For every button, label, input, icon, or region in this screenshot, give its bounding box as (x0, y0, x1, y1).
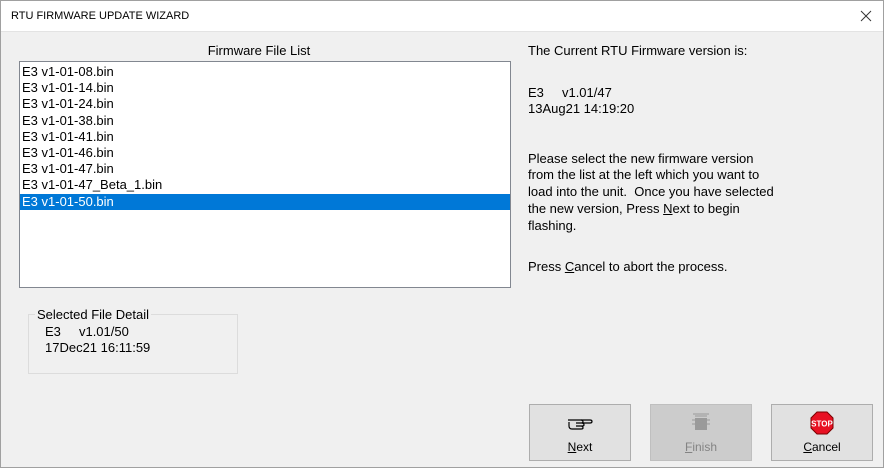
file-list-item[interactable]: E3 v1-01-47.bin (20, 161, 510, 177)
file-list-item[interactable]: E3 v1-01-08.bin (20, 64, 510, 80)
file-list-item[interactable]: E3 v1-01-46.bin (20, 145, 510, 161)
cancel-button-label: Cancel (803, 440, 841, 454)
current-version-date: 13Aug21 14:19:20 (528, 101, 635, 116)
instruction-line-5: flashing. (528, 218, 577, 233)
stop-sign-icon: STOP (810, 411, 834, 435)
instruction-line-3: load into the unit. Once you have select… (528, 184, 774, 199)
title-bar[interactable]: RTU FIRMWARE UPDATE WIZARD (1, 1, 883, 32)
close-icon (860, 10, 872, 22)
selected-file-date: 17Dec21 16:11:59 (45, 340, 151, 355)
file-list-item[interactable]: E3 v1-01-38.bin (20, 113, 510, 129)
file-list-item[interactable]: E3 v1-01-24.bin (20, 96, 510, 112)
selected-file-detail-legend: Selected File Detail (35, 307, 151, 322)
file-list-item[interactable]: E3 v1-01-14.bin (20, 80, 510, 96)
firmware-file-list[interactable]: E3 v1-01-08.bin E3 v1-01-14.bin E3 v1-01-2… (19, 61, 511, 288)
finish-button[interactable]: Finish (650, 404, 752, 461)
cancel-instruction: Press Cancel to abort the process. (528, 259, 728, 274)
current-version-heading: The Current RTU Firmware version is: (528, 43, 748, 58)
instruction-line-1: Please select the new firmware version (528, 151, 754, 166)
close-button[interactable] (849, 1, 883, 31)
file-list-item[interactable]: E3 v1-01-50.bin (20, 193, 510, 210)
next-button[interactable]: Next (529, 404, 631, 461)
finish-button-label: Finish (684, 440, 718, 454)
instruction-line-4: the new version, Press Next to begin (528, 201, 740, 216)
cancel-button[interactable]: STOP Cancel (771, 404, 873, 461)
file-list-caption: Firmware File List (207, 43, 311, 58)
instruction-line-2: from the list at the left which you want… (528, 167, 760, 182)
file-list-item[interactable]: E3 v1-01-41.bin (20, 129, 510, 145)
file-list-item[interactable]: E3 v1-01-47_Beta_1.bin (20, 177, 510, 193)
selected-file-detail-group: Selected File Detail E3 v1.01/50 17Dec21… (28, 307, 238, 374)
pointing-hand-icon (567, 412, 593, 434)
flash-chip-icon (689, 412, 713, 434)
svg-text:STOP: STOP (811, 420, 833, 429)
next-button-label: Next (567, 440, 593, 454)
window-title: RTU FIRMWARE UPDATE WIZARD (11, 10, 190, 22)
wizard-window: RTU FIRMWARE UPDATE WIZARD Firmware File… (0, 0, 884, 468)
selected-file-version: E3 v1.01/50 (45, 324, 129, 339)
current-version-value: E3 v1.01/47 (528, 85, 612, 100)
